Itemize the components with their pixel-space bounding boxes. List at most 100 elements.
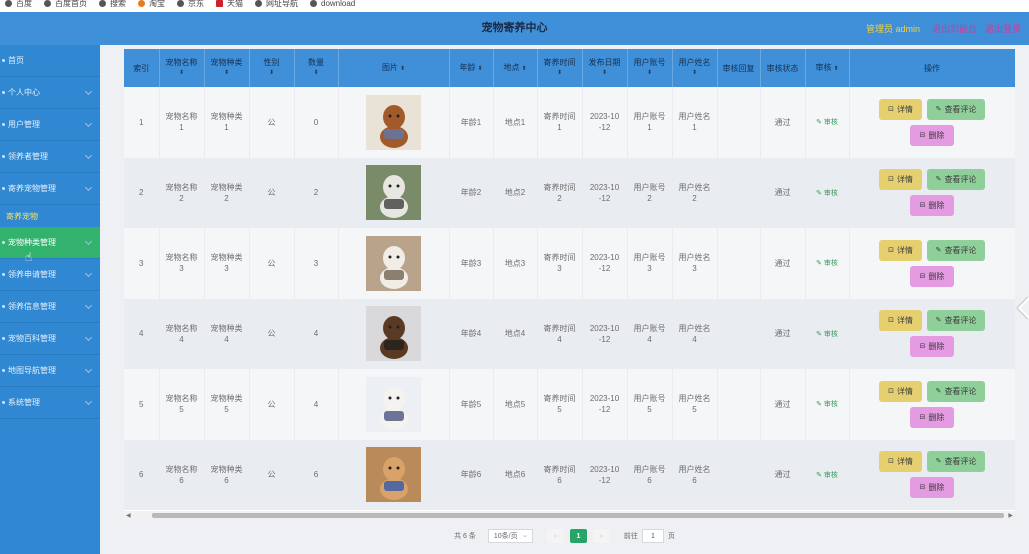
audit-button[interactable]: ✎ 审核 <box>816 190 838 197</box>
sidebar-item-system[interactable]: 系统管理 <box>0 387 100 419</box>
column-header[interactable]: 年龄 ⬍ <box>449 49 494 87</box>
column-header[interactable]: 索引 <box>124 49 160 87</box>
view-comments-button[interactable]: ✎ 查看评论 <box>927 98 985 120</box>
horizontal-scrollbar[interactable]: ◀ ▶ <box>124 511 1015 520</box>
cell-name: 宠物名称 2 <box>159 157 205 228</box>
next-page-button[interactable]: › <box>592 529 610 543</box>
column-header[interactable]: 宠物名称 ⬍ <box>159 49 205 87</box>
operations-cell: ⊡ 详情 ✎ 查看评论 ⊟ 删除 <box>849 369 1015 440</box>
cell-qty: 2 <box>294 157 339 228</box>
sort-icon[interactable]: ⬍ <box>673 68 717 79</box>
scroll-thumb[interactable] <box>152 513 1004 518</box>
sort-icon[interactable]: ⬍ <box>628 68 672 79</box>
column-header[interactable]: 审核 ⬍ <box>805 49 850 87</box>
bookmark-item[interactable]: 百度首页 <box>44 0 87 10</box>
sort-icon[interactable]: ⬍ <box>295 68 338 79</box>
column-header[interactable]: 审核回复 <box>717 49 761 87</box>
detail-button[interactable]: ⊡ 详情 <box>879 380 922 402</box>
delete-button[interactable]: ⊟ 删除 <box>910 195 954 217</box>
bookmark-item[interactable]: 天猫 <box>216 0 243 10</box>
bookmark-item[interactable]: 淘宝 <box>138 0 165 10</box>
sort-icon[interactable]: ⬍ <box>250 68 294 79</box>
sidebar-item-users[interactable]: 用户管理 <box>0 109 100 141</box>
view-comments-button[interactable]: ✎ 查看评论 <box>927 239 985 261</box>
column-header[interactable]: 数量 ⬍ <box>294 49 339 87</box>
sort-icon[interactable]: ⬍ <box>833 66 838 72</box>
delete-button[interactable]: ⊟ 删除 <box>910 265 954 287</box>
delete-button[interactable]: ⊟ 删除 <box>910 477 954 499</box>
column-header[interactable]: 性别 ⬍ <box>249 49 295 87</box>
page-size-select[interactable]: 10条/页 ⌄ <box>487 529 533 543</box>
sort-icon[interactable]: ⬍ <box>477 66 482 72</box>
goto-page-input[interactable] <box>641 529 664 543</box>
sidebar-item-adopters[interactable]: 领养者管理 <box>0 141 100 173</box>
detail-button[interactable]: ⊡ 详情 <box>879 451 922 473</box>
bookmark-item[interactable]: 京东 <box>177 0 204 10</box>
sidebar-item-adopt-apply[interactable]: 领养申请管理 <box>0 259 100 291</box>
scroll-right-icon[interactable]: ▶ <box>1008 512 1013 519</box>
view-comments-button[interactable]: ✎ 查看评论 <box>927 380 985 402</box>
column-header[interactable]: 用户姓名 ⬍ <box>672 49 718 87</box>
sort-icon[interactable]: ⬍ <box>583 68 627 79</box>
cell-acct: 用户账号 2 <box>627 157 673 228</box>
view-comments-button[interactable]: ✎ 查看评论 <box>927 169 985 191</box>
view-comments-button[interactable]: ✎ 查看评论 <box>927 310 985 332</box>
audit-button[interactable]: ✎ 审核 <box>816 472 838 479</box>
back-to-front-link[interactable]: 退出到前台 <box>932 22 977 35</box>
column-header[interactable]: 宠物种类 ⬍ <box>204 49 250 87</box>
sidebar-item-adopt-info[interactable]: 领养信息管理 <box>0 291 100 323</box>
chevron-down-icon <box>84 301 93 310</box>
column-header[interactable]: 审核状态 <box>760 49 806 87</box>
pet-image-cell <box>338 87 450 158</box>
sidebar-item-foster-pets[interactable]: 寄养宠物管理 <box>0 173 100 205</box>
scroll-left-icon[interactable]: ◀ <box>126 512 131 519</box>
detail-button[interactable]: ⊡ 详情 <box>879 310 922 332</box>
sort-icon[interactable]: ⬍ <box>521 66 526 72</box>
sort-icon[interactable]: ⬍ <box>400 66 405 72</box>
sort-icon[interactable]: ⬍ <box>205 68 249 79</box>
column-header[interactable]: 操作 <box>849 49 1015 87</box>
detail-button[interactable]: ⊡ 详情 <box>879 169 922 191</box>
edit-icon: ✎ <box>935 246 942 254</box>
logout-link[interactable]: 退出登录 <box>985 22 1021 35</box>
sort-icon[interactable]: ⬍ <box>160 68 204 79</box>
page-number-current[interactable]: 1 <box>569 529 587 543</box>
sidebar-item-pet-types[interactable]: 宠物种类管理 <box>0 227 100 259</box>
column-header[interactable]: 用户账号 ⬍ <box>627 49 673 87</box>
book-icon <box>2 337 5 340</box>
bookmark-item[interactable]: 百度 <box>5 0 32 10</box>
chevron-down-icon <box>84 237 93 246</box>
delete-button[interactable]: ⊟ 删除 <box>910 336 954 358</box>
cell-time: 寄养时间 6 <box>537 439 583 510</box>
cell-place: 地点5 <box>493 369 538 440</box>
edit-icon: ✎ <box>816 330 824 338</box>
column-header[interactable]: 寄养时间 ⬍ <box>537 49 583 87</box>
detail-button[interactable]: ⊡ 详情 <box>879 98 922 120</box>
delete-button[interactable]: ⊟ 删除 <box>910 124 954 146</box>
sidebar-item-pet-wiki[interactable]: 宠物百科管理 <box>0 323 100 355</box>
audit-button[interactable]: ✎ 审核 <box>816 119 838 126</box>
audit-button[interactable]: ✎ 审核 <box>816 331 838 338</box>
column-header[interactable]: 地点 ⬍ <box>493 49 538 87</box>
column-header[interactable]: 发布日期 ⬍ <box>582 49 628 87</box>
sidebar-item-map-nav[interactable]: 地图导航管理 <box>0 355 100 387</box>
cell-name: 宠物名称 3 <box>159 228 205 299</box>
audit-button[interactable]: ✎ 审核 <box>816 260 838 267</box>
detail-button[interactable]: ⊡ 详情 <box>879 239 922 261</box>
bookmark-item[interactable]: 网址导航 <box>255 0 298 10</box>
cell-date: 2023-10 -12 <box>582 87 628 158</box>
audit-button[interactable]: ✎ 审核 <box>816 401 838 408</box>
sort-icon[interactable]: ⬍ <box>538 68 582 79</box>
chevron-left-icon[interactable] <box>1015 293 1029 323</box>
prev-page-button[interactable]: ‹ <box>546 529 564 543</box>
table-row: 5 宠物名称 5 宠物种类 5 公 4 年龄5 地点5 寄养时间 5 2023-10 -12 用户… <box>124 369 1015 440</box>
column-header[interactable]: 图片 ⬍ <box>338 49 450 87</box>
view-comments-button[interactable]: ✎ 查看评论 <box>927 451 985 473</box>
bookmark-item[interactable]: 搜索 <box>99 0 126 10</box>
pet-photo <box>366 447 421 503</box>
sidebar-subitem-foster-pet[interactable]: 寄养宠物 <box>0 205 100 227</box>
sidebar-item-home[interactable]: 首页 <box>0 45 100 77</box>
sidebar-item-profile[interactable]: 个人中心 <box>0 77 100 109</box>
bookmark-item[interactable]: download <box>310 0 355 10</box>
delete-button[interactable]: ⊟ 删除 <box>910 406 954 428</box>
